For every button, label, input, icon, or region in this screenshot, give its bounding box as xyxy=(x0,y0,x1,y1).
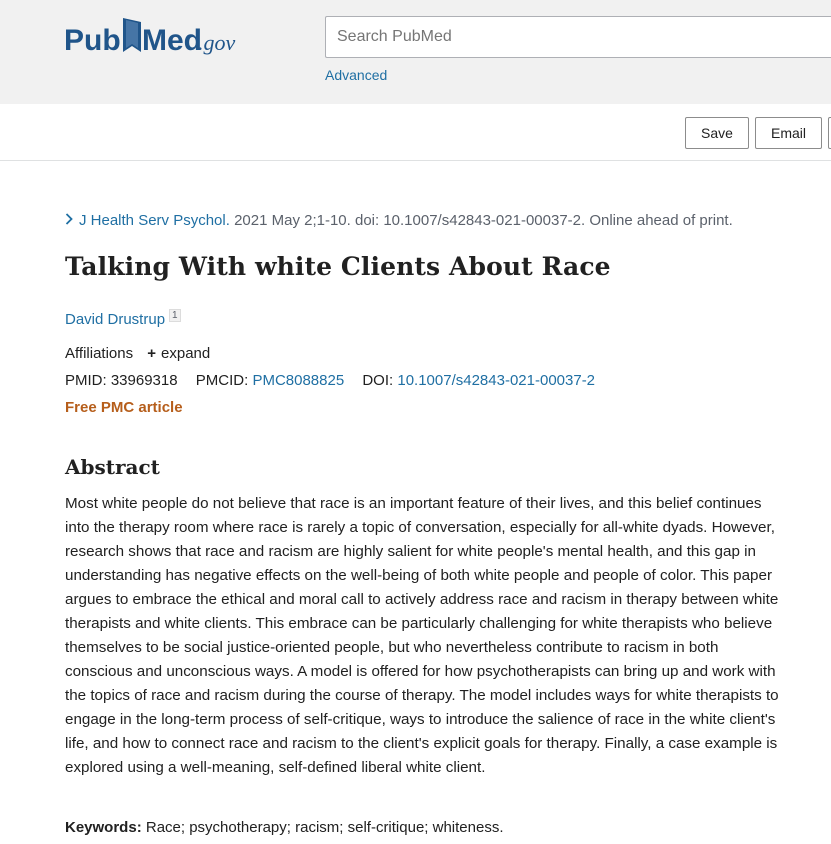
affiliations-label: Affiliations xyxy=(65,345,134,362)
doi-link[interactable]: 10.1007/s42843-021-00037-2 xyxy=(397,372,595,389)
site-header: Pub Med .gov Advanced xyxy=(0,0,831,105)
keywords: Keywords: Race; psychotherapy; racism; s… xyxy=(65,819,504,836)
search-box[interactable] xyxy=(325,16,831,58)
logo-gov: .gov xyxy=(198,30,236,55)
affiliations-row: Affiliations + expand xyxy=(65,345,210,362)
expand-label: expand xyxy=(161,345,211,362)
keywords-label: Keywords: xyxy=(65,819,142,836)
keywords-list: Race; psychotherapy; racism; self-critiq… xyxy=(141,819,504,836)
citation-line: J Health Serv Psychol. 2021 May 2;1-10. … xyxy=(65,212,733,229)
search-input[interactable] xyxy=(326,17,831,57)
plus-icon: + xyxy=(147,345,157,362)
email-button[interactable]: Email xyxy=(755,117,822,149)
free-pmc-article-label: Free PMC article xyxy=(65,399,183,416)
expand-affiliations-toggle[interactable]: + expand xyxy=(147,345,210,362)
advanced-search-link[interactable]: Advanced xyxy=(325,67,387,83)
article-title: Talking With white Clients About Race xyxy=(65,252,611,281)
pubmed-logo-graphic: Pub Med .gov xyxy=(64,18,236,57)
pubmed-logo[interactable]: Pub Med .gov xyxy=(64,14,254,64)
pmid-label: PMID: xyxy=(65,372,107,389)
pmid-value: 33969318 xyxy=(110,372,178,389)
chevron-right-icon[interactable] xyxy=(65,212,73,229)
logo-pub: Pub xyxy=(64,24,121,57)
citation-details: 2021 May 2;1-10. doi: 10.1007/s42843-021… xyxy=(229,212,733,229)
author-link[interactable]: David Drustrup xyxy=(65,311,165,328)
pmcid-link[interactable]: PMC8088825 xyxy=(252,372,344,389)
doi-label: DOI: xyxy=(362,372,394,389)
article-identifiers: PMID: 33969318 PMCID: PMC8088825 DOI: 10… xyxy=(65,372,595,389)
logo-med: Med xyxy=(142,24,202,57)
author-list: David Drustrup 1 xyxy=(65,309,181,328)
abstract-heading: Abstract xyxy=(65,455,160,479)
save-button[interactable]: Save xyxy=(685,117,749,149)
abstract-text: Most white people do not believe that ra… xyxy=(65,495,779,776)
journal-link[interactable]: J Health Serv Psychol. xyxy=(79,212,230,229)
action-toolbar: Save Email xyxy=(0,104,831,161)
affiliation-number[interactable]: 1 xyxy=(169,309,181,322)
pmcid-label: PMCID: xyxy=(195,372,249,389)
